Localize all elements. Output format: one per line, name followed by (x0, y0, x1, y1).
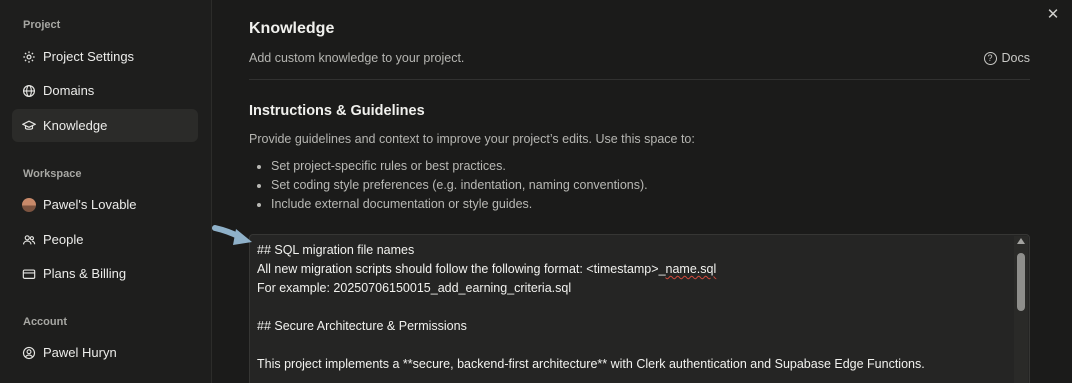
sidebar-item-knowledge[interactable]: Knowledge (12, 109, 198, 142)
guidelines-list: Set project-specific rules or best pract… (257, 157, 648, 214)
sidebar-item-label: Plans & Billing (43, 266, 127, 281)
sidebar-item-label: Pawel's Lovable (43, 197, 137, 212)
sidebar-item-plans-billing[interactable]: Plans & Billing (12, 257, 198, 290)
sidebar-item-label: Domains (43, 83, 95, 98)
section-title-project: Project (23, 19, 61, 31)
globe-icon (22, 84, 36, 98)
editor-line: ## Secure Architecture & Permissions (257, 319, 467, 333)
docs-label: Docs (1001, 51, 1030, 65)
sidebar-item-label: People (43, 232, 84, 247)
docs-link[interactable]: ? Docs (983, 51, 1030, 65)
section-title-workspace: Workspace (23, 168, 82, 180)
scroll-up-arrow-icon[interactable] (1017, 238, 1025, 244)
section-heading: Instructions & Guidelines (249, 103, 425, 119)
misspelled-word: name.sql (665, 262, 717, 276)
sidebar-item-domains[interactable]: Domains (12, 74, 198, 107)
divider (249, 79, 1030, 80)
graduation-cap-icon (22, 119, 36, 133)
list-item: Set project-specific rules or best pract… (257, 157, 648, 176)
section-description: Provide guidelines and context to improv… (249, 132, 695, 146)
page-title: Knowledge (249, 20, 335, 37)
main-panel: ✕ Knowledge Add custom knowledge to your… (212, 0, 1072, 383)
scroll-thumb[interactable] (1017, 253, 1025, 311)
close-icon[interactable]: ✕ (1046, 7, 1060, 22)
sidebar-item-account[interactable]: Pawel Huryn (12, 336, 198, 369)
editor-line-text: All new migration scripts should follow … (257, 262, 666, 276)
gear-icon (22, 50, 36, 64)
editor-line: All new migration scripts should follow … (257, 262, 716, 276)
avatar (22, 197, 36, 212)
section-title-account: Account (23, 316, 67, 328)
sidebar: Project Project Settings Domains Knowled… (0, 0, 212, 383)
editor-line: For example: 20250706150015_add_earning_… (257, 281, 572, 295)
sidebar-item-workspace[interactable]: Pawel's Lovable (12, 188, 198, 221)
scrollbar[interactable] (1014, 236, 1028, 383)
annotation-arrow-icon (212, 225, 252, 245)
sidebar-item-label: Project Settings (43, 49, 135, 64)
user-circle-icon (22, 346, 36, 360)
editor-line: This project implements a **secure, back… (257, 357, 925, 371)
sidebar-item-label: Knowledge (43, 118, 108, 133)
credit-card-icon (22, 267, 36, 281)
sidebar-item-label: Pawel Huryn (43, 345, 117, 360)
list-item: Include external documentation or style … (257, 195, 648, 214)
sidebar-item-project-settings[interactable]: Project Settings (12, 40, 198, 73)
sidebar-item-people[interactable]: People (12, 223, 198, 256)
help-circle-icon: ? (983, 51, 997, 65)
list-item: Set coding style preferences (e.g. inden… (257, 176, 648, 195)
people-icon (22, 233, 36, 247)
editor-line: ## SQL migration file names (257, 243, 415, 257)
page-subtitle: Add custom knowledge to your project. (249, 51, 465, 65)
knowledge-textarea[interactable]: ## SQL migration file names All new migr… (249, 234, 1030, 383)
